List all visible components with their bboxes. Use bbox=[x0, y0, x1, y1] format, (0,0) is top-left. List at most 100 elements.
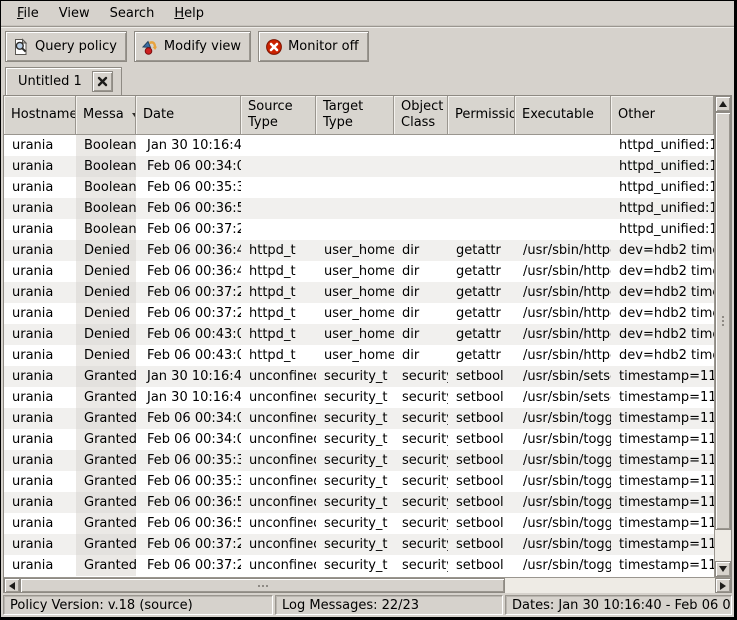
table-row[interactable]: uraniaGrantedFeb 06 00:36:56unconfined_s… bbox=[4, 513, 714, 534]
cell-source-type bbox=[241, 177, 316, 198]
query-policy-button[interactable]: Query policy bbox=[5, 31, 127, 62]
cell-source-type: unconfined_ bbox=[241, 471, 316, 492]
column-header-target-type[interactable]: TargetType bbox=[316, 96, 394, 135]
cell-executable: /usr/sbin/toggle bbox=[515, 555, 611, 576]
cell-object-class: security bbox=[394, 429, 448, 450]
column-header-executable[interactable]: Executable bbox=[515, 96, 611, 135]
cell-message: Boolean bbox=[76, 135, 136, 156]
cell-executable: /usr/sbin/toggle bbox=[515, 471, 611, 492]
toolbar: Query policy Modify view Monitor off bbox=[1, 27, 734, 65]
table-row[interactable]: uraniaBooleanFeb 06 00:36:56httpd_unifie… bbox=[4, 198, 714, 219]
cell-permission: getattr bbox=[448, 324, 515, 345]
table-row[interactable]: uraniaGrantedJan 30 10:16:40unconfined_s… bbox=[4, 387, 714, 408]
horizontal-scroll-track[interactable] bbox=[20, 578, 715, 593]
table-row[interactable]: uraniaGrantedFeb 06 00:36:56unconfined_s… bbox=[4, 492, 714, 513]
cell-object-class: security bbox=[394, 492, 448, 513]
cell-message: Granted bbox=[76, 492, 136, 513]
table-row[interactable]: uraniaDeniedFeb 06 00:37:27httpd_tuser_h… bbox=[4, 282, 714, 303]
cell-message: Granted bbox=[76, 408, 136, 429]
cell-date: Feb 06 00:37:25 bbox=[136, 555, 241, 576]
table-row[interactable]: uraniaDeniedFeb 06 00:43:01httpd_tuser_h… bbox=[4, 345, 714, 366]
table-row[interactable]: uraniaDeniedFeb 06 00:36:44httpd_tuser_h… bbox=[4, 261, 714, 282]
cell-executable: /usr/sbin/httpd bbox=[515, 282, 611, 303]
table-row[interactable]: uraniaGrantedFeb 06 00:34:01unconfined_s… bbox=[4, 408, 714, 429]
column-header-other[interactable]: Other bbox=[611, 96, 714, 135]
table-row[interactable]: uraniaBooleanJan 30 10:16:40httpd_unifie… bbox=[4, 135, 714, 156]
table-row[interactable]: uraniaGrantedFeb 06 00:37:25unconfined_s… bbox=[4, 555, 714, 576]
cell-hostname: urania bbox=[4, 492, 76, 513]
cell-object-class bbox=[394, 135, 448, 156]
cell-message: Denied bbox=[76, 324, 136, 345]
column-header-source-type[interactable]: SourceType bbox=[241, 96, 316, 135]
cell-date: Jan 30 10:16:40 bbox=[136, 366, 241, 387]
table-row[interactable]: uraniaGrantedJan 30 10:16:40unconfined_s… bbox=[4, 366, 714, 387]
cell-permission: getattr bbox=[448, 345, 515, 366]
cell-target-type: security_t bbox=[316, 513, 394, 534]
arrow-up-icon bbox=[719, 101, 727, 107]
tab-untitled-1[interactable]: Untitled 1 bbox=[5, 67, 122, 95]
cell-target-type: security_t bbox=[316, 429, 394, 450]
modify-view-label: Modify view bbox=[164, 39, 241, 54]
cell-date: Feb 06 00:35:35 bbox=[136, 471, 241, 492]
tab-close-button[interactable] bbox=[92, 71, 113, 92]
cell-source-type: unconfined_ bbox=[241, 534, 316, 555]
cell-source-type: httpd_t bbox=[241, 282, 316, 303]
scroll-left-button[interactable] bbox=[4, 578, 20, 593]
cell-hostname: urania bbox=[4, 408, 76, 429]
vertical-scroll-track[interactable] bbox=[715, 112, 731, 561]
table-row[interactable]: uraniaGrantedFeb 06 00:37:25unconfined_s… bbox=[4, 534, 714, 555]
scroll-down-button[interactable] bbox=[715, 561, 731, 577]
cell-source-type: unconfined_ bbox=[241, 555, 316, 576]
cell-permission bbox=[448, 219, 515, 240]
menu-search[interactable]: Search bbox=[100, 3, 165, 24]
column-header-message[interactable]: Messa bbox=[76, 96, 136, 135]
vertical-scrollbar[interactable] bbox=[714, 96, 731, 577]
column-header-permission[interactable]: Permission bbox=[448, 96, 515, 135]
cell-hostname: urania bbox=[4, 366, 76, 387]
cell-other: httpd_unified:1, h bbox=[611, 135, 714, 156]
scroll-up-button[interactable] bbox=[715, 96, 731, 112]
cell-object-class: dir bbox=[394, 261, 448, 282]
cell-object-class: dir bbox=[394, 303, 448, 324]
cell-executable: /usr/sbin/toggle bbox=[515, 513, 611, 534]
cell-permission: getattr bbox=[448, 282, 515, 303]
menu-file[interactable]: File bbox=[7, 3, 49, 24]
horizontal-scroll-thumb[interactable] bbox=[20, 578, 505, 593]
cell-source-type: unconfined_ bbox=[241, 387, 316, 408]
column-header-hostname[interactable]: Hostname bbox=[4, 96, 76, 135]
horizontal-scrollbar[interactable] bbox=[4, 577, 731, 593]
table-row[interactable]: uraniaBooleanFeb 06 00:37:25httpd_unifie… bbox=[4, 219, 714, 240]
cell-message: Granted bbox=[76, 387, 136, 408]
cell-date: Feb 06 00:37:25 bbox=[136, 219, 241, 240]
table-row[interactable]: uraniaBooleanFeb 06 00:35:35httpd_unifie… bbox=[4, 177, 714, 198]
menu-view[interactable]: View bbox=[49, 3, 100, 24]
table-header: HostnameMessaDateSourceTypeTargetTypeObj… bbox=[4, 96, 714, 135]
cell-other: timestamp=11076 bbox=[611, 534, 714, 555]
arrow-left-icon bbox=[9, 582, 15, 590]
cell-other: timestamp=11076 bbox=[611, 408, 714, 429]
menu-bar: FileViewSearchHelp bbox=[1, 1, 734, 27]
table-row[interactable]: uraniaGrantedFeb 06 00:35:35unconfined_s… bbox=[4, 471, 714, 492]
modify-view-button[interactable]: Modify view bbox=[134, 31, 251, 62]
table-row[interactable]: uraniaDeniedFeb 06 00:43:01httpd_tuser_h… bbox=[4, 324, 714, 345]
column-header-object-class[interactable]: ObjectClass bbox=[394, 96, 448, 135]
query-policy-label: Query policy bbox=[35, 39, 117, 54]
cell-hostname: urania bbox=[4, 240, 76, 261]
table-row[interactable]: uraniaDeniedFeb 06 00:36:44httpd_tuser_h… bbox=[4, 240, 714, 261]
table-row[interactable]: uraniaDeniedFeb 06 00:37:27httpd_tuser_h… bbox=[4, 303, 714, 324]
table-row[interactable]: uraniaBooleanFeb 06 00:34:01httpd_unifie… bbox=[4, 156, 714, 177]
cell-permission: setbool bbox=[448, 534, 515, 555]
cell-date: Feb 06 00:43:01 bbox=[136, 324, 241, 345]
monitor-off-button[interactable]: Monitor off bbox=[258, 31, 368, 62]
cell-other: httpd_unified:1, h bbox=[611, 198, 714, 219]
table-row[interactable]: uraniaGrantedFeb 06 00:34:01unconfined_s… bbox=[4, 429, 714, 450]
cell-hostname: urania bbox=[4, 513, 76, 534]
column-header-date[interactable]: Date bbox=[136, 96, 241, 135]
table-row[interactable]: uraniaGrantedFeb 06 00:35:35unconfined_s… bbox=[4, 450, 714, 471]
cell-other: timestamp=11076 bbox=[611, 429, 714, 450]
cell-permission: setbool bbox=[448, 471, 515, 492]
vertical-scroll-thumb[interactable] bbox=[715, 112, 731, 530]
scroll-right-button[interactable] bbox=[715, 578, 731, 593]
cell-executable: /usr/sbin/toggle bbox=[515, 408, 611, 429]
menu-help[interactable]: Help bbox=[164, 3, 214, 24]
